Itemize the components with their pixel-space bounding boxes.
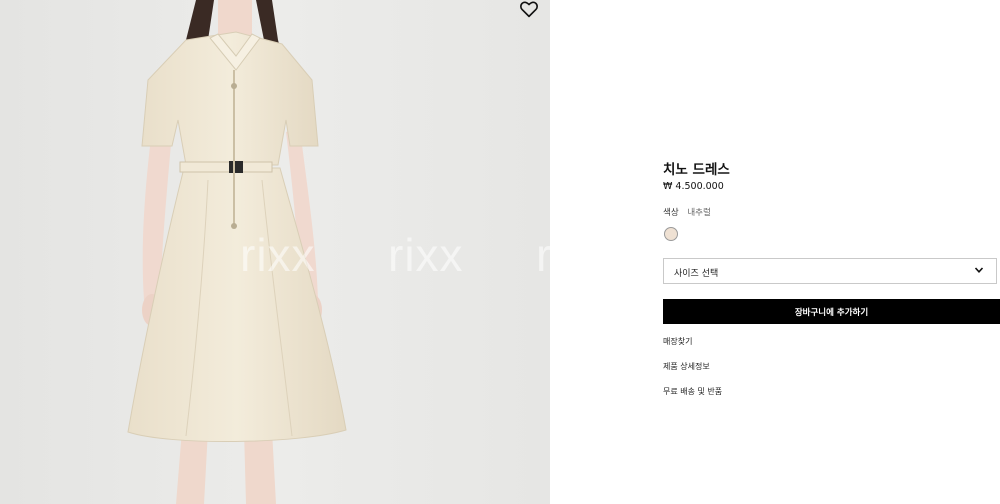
color-value: 내추럴 [687,208,711,218]
color-row: 색상 내추럴 [663,206,711,218]
product-title: 치노 드레스 [663,162,730,178]
color-label: 색상 [663,208,679,218]
shipping-returns-link[interactable]: 무료 배송 및 반품 [663,386,722,397]
store-locator-link[interactable]: 매장찾기 [663,336,692,347]
chevron-down-icon [974,267,984,273]
product-details-panel: 치노 드레스 ₩ 4.500.000 색상 내추럴 사이즈 선택 장바구니에 추… [663,0,1000,504]
color-swatch-natural[interactable] [664,227,678,241]
product-image-gallery: rixx rixx ri [0,0,550,504]
heart-outline-icon[interactable] [519,0,539,18]
size-dropdown-label: 사이즈 선택 [674,269,719,279]
product-details-link[interactable]: 제품 상세정보 [663,361,710,372]
swatch-fill [668,231,674,237]
size-dropdown[interactable]: 사이즈 선택 [663,258,997,284]
add-to-cart-button[interactable]: 장바구니에 추가하기 [663,299,1000,324]
watermark-text: ri [536,229,550,281]
watermark-text: rixx [388,229,464,281]
watermark-text: rixx [240,229,316,281]
product-price: ₩ 4.500.000 [663,181,724,192]
